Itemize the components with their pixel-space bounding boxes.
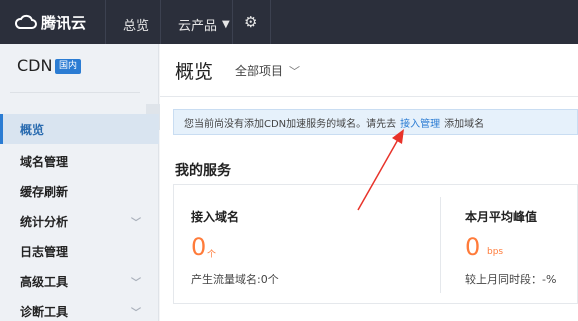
nav-products-label: 云产品 <box>178 19 218 34</box>
cloud-icon <box>15 14 37 29</box>
access-management-link[interactable]: 接入管理 <box>400 115 440 130</box>
stat-unit-domains: 个 <box>207 250 217 260</box>
sidebar-item-advanced-tools[interactable]: 高级工具 ﹀ <box>0 266 159 296</box>
chevron-down-icon: ﹀ <box>131 217 141 229</box>
sidebar-divider <box>10 92 140 93</box>
notice-text-suffix: 添加域名 <box>444 118 485 130</box>
sidebar-item-domain-management[interactable]: 域名管理 <box>0 146 159 176</box>
sidebar-title: CDN <box>17 56 53 75</box>
sidebar-item-overview[interactable]: 概览 <box>0 114 159 144</box>
stat-label-domains: 接入域名 <box>191 210 240 224</box>
notice-banner: 您当前尚没有添加CDN加速服务的域名。请先去 接入管理 添加域名 <box>173 109 578 135</box>
sidebar-item-label: 高级工具 <box>20 274 69 289</box>
stat-unit-peak: bps <box>487 247 504 257</box>
section-title: 我的服务 <box>175 163 231 179</box>
nav-divider <box>232 0 233 44</box>
nav-divider <box>105 0 106 44</box>
sidebar: CDN 国内 « 概览 域名管理 缓存刷新 统计分析 ﹀ 日志管理 高级工具 ﹀… <box>0 44 160 321</box>
sidebar-item-label: 统计分析 <box>20 214 69 229</box>
gear-icon[interactable]: ⚙ <box>244 13 257 31</box>
sidebar-item-label: 日志管理 <box>20 244 69 259</box>
header-divider <box>160 96 578 97</box>
nav-divider <box>270 0 271 44</box>
sidebar-item-statistics[interactable]: 统计分析 ﹀ <box>0 206 159 236</box>
project-select[interactable]: 全部项目 ﹀ <box>235 62 300 79</box>
stat-value-peak: 0 <box>465 233 481 261</box>
chevron-down-icon: ﹀ <box>289 64 301 78</box>
nav-products-menu[interactable]: 云产品 ▼ <box>178 15 230 34</box>
stat-label-peak: 本月平均峰值 <box>465 210 538 224</box>
sidebar-item-label: 缓存刷新 <box>20 184 69 199</box>
stat-sub-peak: 较上月同时段：-% <box>465 273 557 286</box>
region-badge[interactable]: 国内 <box>55 59 82 74</box>
brand-name: 腾讯云 <box>41 13 87 32</box>
sidebar-item-diagnostics[interactable]: 诊断工具 ﹀ <box>0 296 159 321</box>
card-divider <box>440 197 441 293</box>
page-title: 概览 <box>175 61 214 83</box>
sidebar-item-logs[interactable]: 日志管理 <box>0 236 159 266</box>
project-select-value: 全部项目 <box>235 64 284 78</box>
notice-text: 您当前尚没有添加CDN加速服务的域名。请先去 <box>184 118 397 130</box>
stat-sub-domains: 产生流量域名:0个 <box>191 273 279 286</box>
sidebar-item-label: 诊断工具 <box>20 304 69 319</box>
stat-value-domains: 0 <box>191 233 207 261</box>
brand-logo[interactable]: 腾讯云 <box>15 12 86 33</box>
top-navbar: 腾讯云 <box>0 0 578 44</box>
chevron-down-icon: ﹀ <box>131 277 141 289</box>
nav-overview-link[interactable]: 总览 <box>123 15 149 34</box>
chevron-down-icon: ﹀ <box>131 307 141 319</box>
main-content: 概览 全部项目 ﹀ 您当前尚没有添加CDN加速服务的域名。请先去 接入管理 添加… <box>160 44 578 321</box>
sidebar-item-label: 概览 <box>20 122 45 137</box>
service-stats-card: 接入域名 0 个 产生流量域名:0个 本月平均峰值 0 bps 较上月同时段：-… <box>173 184 578 304</box>
sidebar-item-label: 域名管理 <box>20 154 69 169</box>
sidebar-item-cache-refresh[interactable]: 缓存刷新 <box>0 176 159 206</box>
chevron-down-icon: ▼ <box>222 19 230 30</box>
nav-divider <box>160 0 161 44</box>
